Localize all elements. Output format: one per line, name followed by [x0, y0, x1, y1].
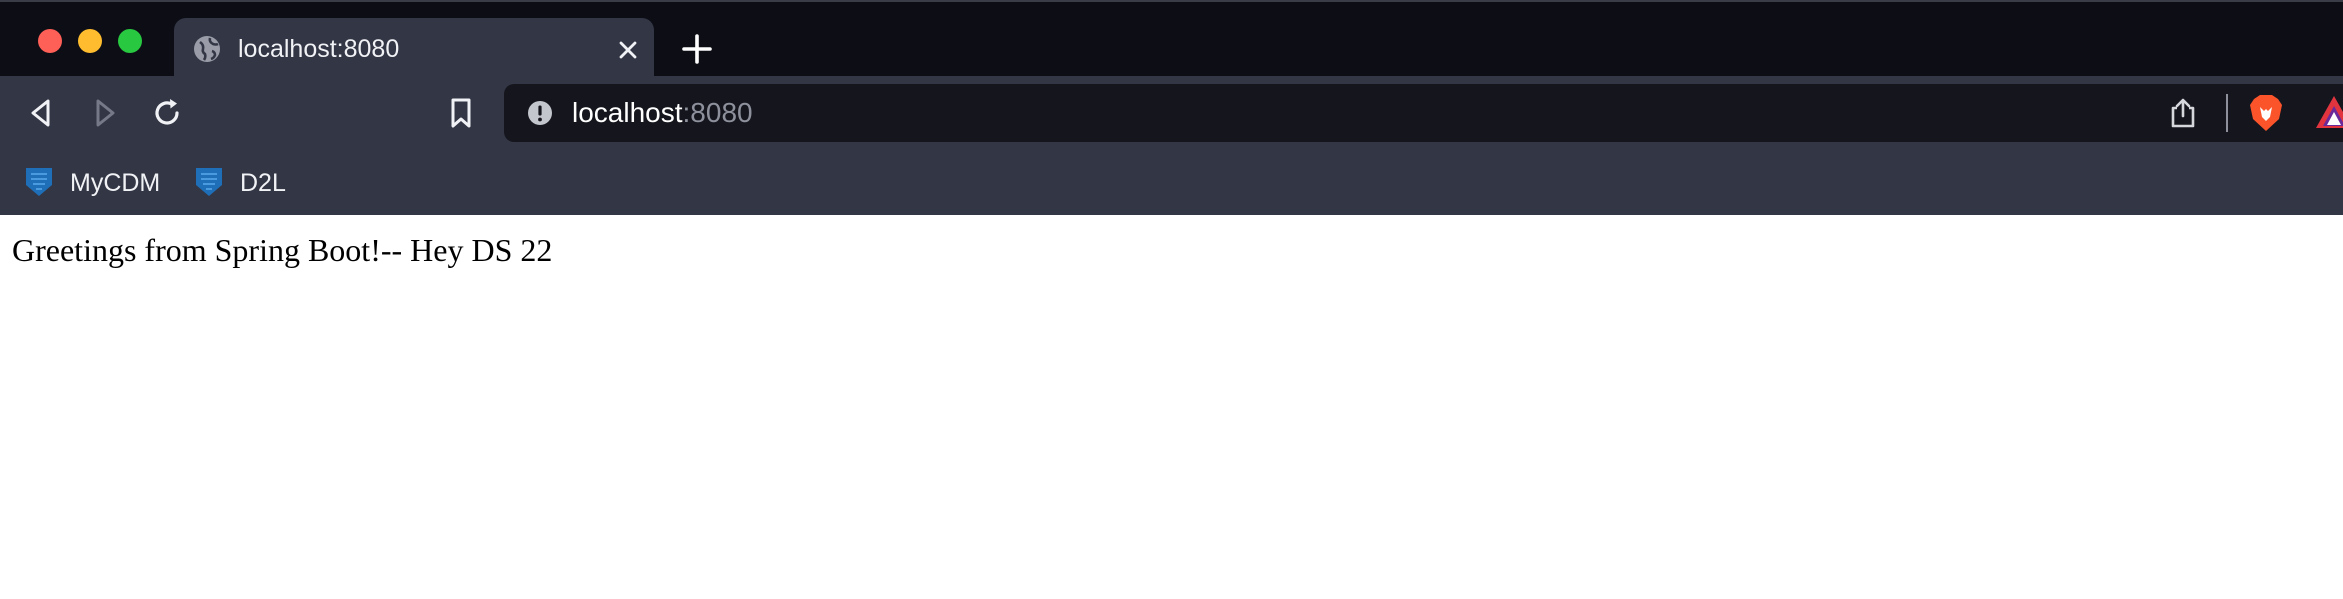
brave-rewards-icon[interactable] — [2314, 94, 2343, 132]
bookmark-label: D2L — [240, 169, 286, 197]
close-window-button[interactable] — [38, 29, 62, 53]
title-bar: localhost:8080 — [0, 0, 2343, 80]
bookmarks-bar: MyCDM D2L — [0, 150, 2343, 215]
toolbar-divider — [2226, 94, 2228, 132]
close-icon[interactable] — [614, 36, 642, 64]
minimize-window-button[interactable] — [78, 29, 102, 53]
back-icon[interactable] — [24, 96, 58, 130]
new-tab-plus-icon[interactable] — [680, 32, 714, 66]
bookmark-mycdm[interactable]: MyCDM — [22, 160, 172, 204]
forward-icon[interactable] — [88, 96, 122, 130]
url-host: localhost — [572, 97, 683, 128]
url-text[interactable]: localhost:8080 — [572, 97, 753, 129]
zoom-window-button[interactable] — [118, 29, 142, 53]
greeting-text: Greetings from Spring Boot!-- Hey DS 22 — [12, 232, 553, 268]
tab-title: localhost:8080 — [238, 35, 400, 63]
bookmark-d2l[interactable]: D2L — [192, 160, 302, 204]
brave-lion-icon[interactable] — [2248, 93, 2284, 133]
bookmark-label: MyCDM — [70, 169, 161, 197]
share-icon[interactable] — [2168, 97, 2198, 129]
info-icon[interactable] — [526, 99, 554, 127]
bookmark-icon[interactable] — [444, 96, 478, 130]
shield-bookmark-icon — [26, 168, 52, 196]
shield-bookmark-icon — [196, 168, 222, 196]
address-bar[interactable]: localhost:8080 — [504, 84, 2343, 142]
globe-icon — [194, 36, 220, 62]
tab-active[interactable]: localhost:8080 — [174, 18, 654, 80]
reload-icon[interactable] — [150, 96, 184, 130]
page-content: Greetings from Spring Boot!-- Hey DS 22 — [0, 215, 2343, 599]
url-port: :8080 — [682, 97, 753, 128]
toolbar: localhost:8080 — [0, 76, 2343, 150]
